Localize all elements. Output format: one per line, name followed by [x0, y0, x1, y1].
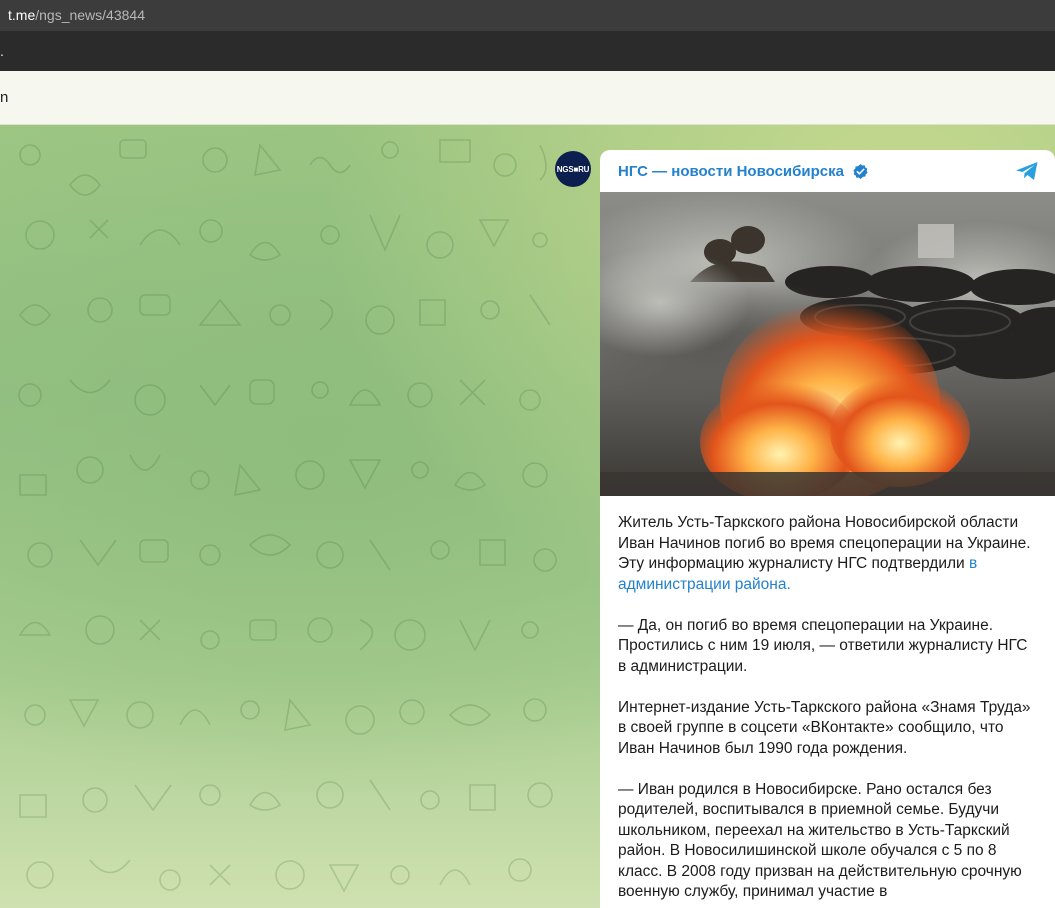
browser-toolbar: . — [0, 31, 1055, 71]
post-card: НГС — новости Новосибирска Житель Усть-Т… — [600, 150, 1055, 908]
telegram-plane-icon[interactable] — [1015, 161, 1039, 181]
toolbar-fragment: . — [0, 43, 4, 59]
post-paragraph-1: Житель Усть-Таркского района Новосибирск… — [618, 514, 1031, 593]
verified-check-icon — [853, 163, 868, 179]
info-bar: n — [0, 71, 1055, 125]
url-host: t.me — [8, 7, 36, 23]
post-header: НГС — новости Новосибирска — [600, 150, 1055, 192]
post-photo[interactable] — [600, 192, 1055, 496]
post-text: Житель Усть-Таркского района Новосибирск… — [600, 496, 1055, 903]
channel-avatar[interactable]: NGS■RU — [555, 151, 591, 187]
post-paragraph-4: — Иван родился в Новосибирске. Рано оста… — [618, 780, 1022, 901]
post-paragraph-2: — Да, он погиб во время спецоперации на … — [618, 616, 1028, 675]
photo-illustration — [600, 192, 1055, 496]
channel-name[interactable]: НГС — новости Новосибирска — [618, 163, 844, 180]
info-bar-text: n — [0, 89, 9, 106]
url-path: /ngs_news/43844 — [35, 7, 145, 23]
post-paragraph-3: Интернет-издание Усть-Таркского района «… — [618, 698, 1031, 757]
address-bar[interactable]: t.me/ngs_news/43844 — [0, 0, 1055, 31]
